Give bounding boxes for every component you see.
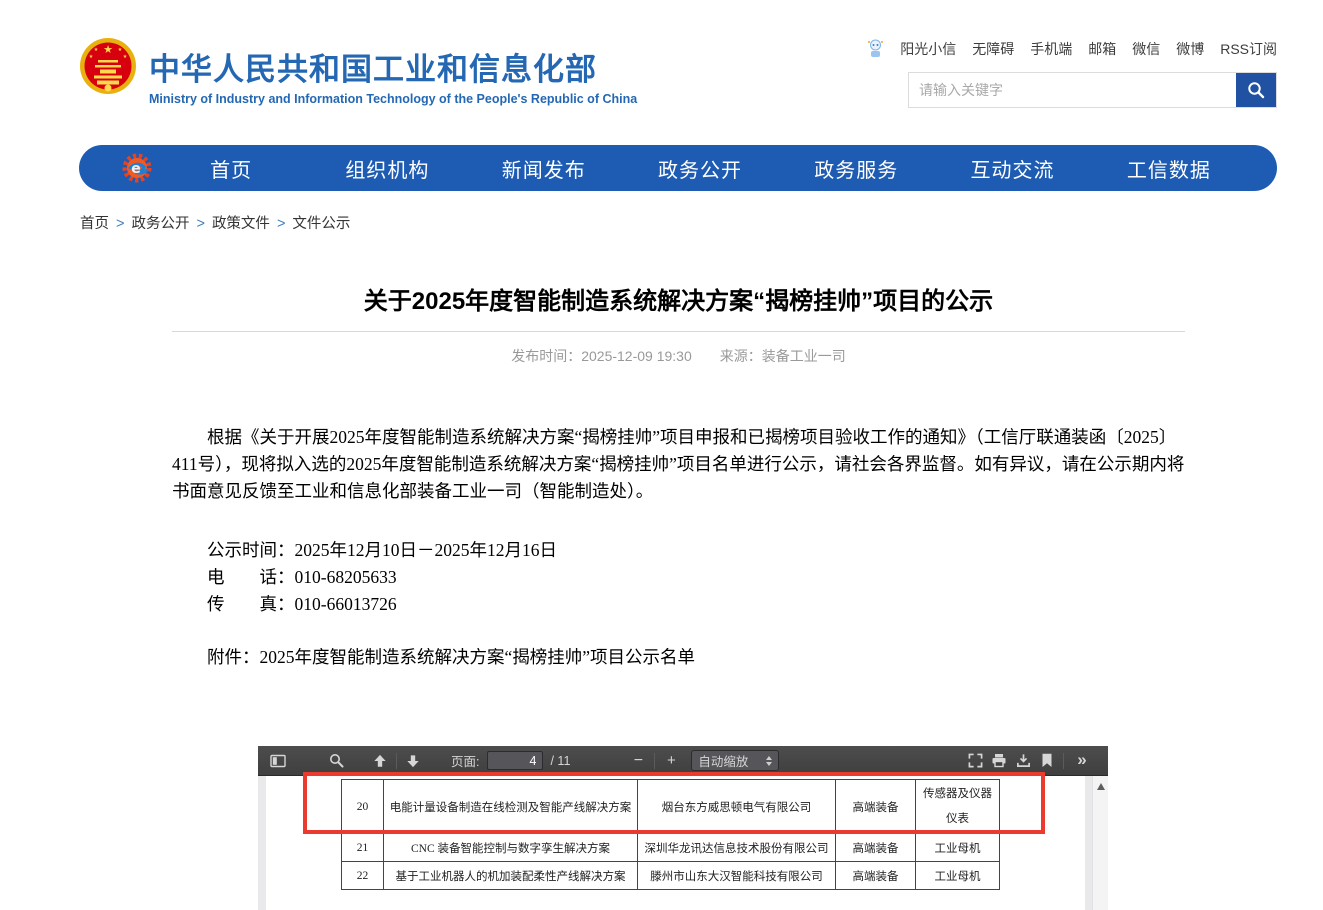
article-meta: 发布时间：2025-12-09 19:30 来源：装备工业一司 xyxy=(172,346,1185,366)
quick-link-wechat[interactable]: 微信 xyxy=(1132,39,1160,59)
page-down-icon xyxy=(406,754,420,768)
search-icon xyxy=(1247,81,1265,99)
page-total: / 11 xyxy=(550,754,570,768)
site-logo: 中华人民共和国工业和信息化部 Ministry of Industry and … xyxy=(149,44,637,106)
quick-link-mail[interactable]: 邮箱 xyxy=(1088,39,1116,59)
zoom-mode-value: 自动缩放 xyxy=(698,751,748,770)
nav-item-data[interactable]: 工信数据 xyxy=(1091,154,1247,183)
national-emblem-icon: ★ ★ ★ ★ ★ xyxy=(79,36,137,98)
publish-time-label: 发布时间： xyxy=(511,348,581,364)
sidebar-toggle-icon xyxy=(270,753,286,769)
cell-company: 滕州市山东大汉智能科技有限公司 xyxy=(638,862,836,890)
cell-solution-name: 基于工业机器人的机加装配柔性产线解决方案 xyxy=(384,862,638,890)
breadcrumb-separator: > xyxy=(196,216,204,232)
pdf-viewer: 页面: / 11 − + 自动缩放 xyxy=(258,746,1108,910)
page-number-input[interactable] xyxy=(487,751,543,770)
publicity-period-line: 公示时间：2025年12月10日－2025年12月16日 xyxy=(172,537,1185,564)
paragraph-main: 根据《关于开展2025年度智能制造系统解决方案“揭榜挂帅”项目申报和已揭榜项目验… xyxy=(172,424,1185,505)
page-down-button[interactable] xyxy=(401,749,425,773)
cell-category: 高端装备 xyxy=(836,834,916,862)
article-body: 根据《关于开展2025年度智能制造系统解决方案“揭榜挂帅”项目申报和已揭榜项目验… xyxy=(172,424,1185,671)
svg-text:★: ★ xyxy=(94,47,99,53)
fax-line: 传 真：010-66013726 xyxy=(172,591,1185,618)
table-row: 21 CNC 装备智能控制与数字孪生解决方案 深圳华龙讯达信息技术股份有限公司 … xyxy=(342,834,1000,862)
divider xyxy=(172,331,1185,332)
svg-text:e: e xyxy=(131,161,141,177)
toolbar-right-group: » xyxy=(963,748,1100,774)
search-input[interactable] xyxy=(909,73,1236,107)
highlight-box xyxy=(303,772,1045,834)
cell-company: 深圳华龙讯达信息技术股份有限公司 xyxy=(638,834,836,862)
pdf-scrollbar[interactable] xyxy=(1092,776,1108,910)
breadcrumb-home[interactable]: 首页 xyxy=(80,216,109,232)
quick-link-accessibility[interactable]: 无障碍 xyxy=(972,39,1014,59)
breadcrumb: 首页 > 政务公开 > 政策文件 > 文件公示 xyxy=(80,212,350,233)
page-up-icon xyxy=(373,754,387,768)
breadcrumb-separator: > xyxy=(116,216,124,232)
breadcrumb-current: 文件公示 xyxy=(292,216,350,232)
svg-text:★: ★ xyxy=(118,47,123,53)
breadcrumb-separator: > xyxy=(277,216,285,232)
publish-time: 2025-12-09 19:30 xyxy=(581,348,692,364)
search-bar xyxy=(908,72,1277,108)
page-label: 页面: xyxy=(451,751,479,770)
cell-category: 高端装备 xyxy=(836,862,916,890)
site-subtitle: Ministry of Industry and Information Tec… xyxy=(149,92,637,106)
cell-solution-name: CNC 装备智能控制与数字孪生解决方案 xyxy=(384,834,638,862)
download-icon xyxy=(1016,753,1031,768)
breadcrumb-policy-files[interactable]: 政策文件 xyxy=(212,216,270,232)
zoom-in-button[interactable]: + xyxy=(659,749,683,773)
nav-item-interaction[interactable]: 互动交流 xyxy=(934,154,1090,183)
quick-link-sunshine[interactable]: 阳光小信 xyxy=(900,39,956,59)
nav-item-gov-services[interactable]: 政务服务 xyxy=(778,154,934,183)
robot-mascot-icon xyxy=(867,39,884,59)
quick-link-mobile[interactable]: 手机端 xyxy=(1030,39,1072,59)
nav-item-organization[interactable]: 组织机构 xyxy=(309,154,465,183)
cell-field: 工业母机 xyxy=(916,862,1000,890)
cell-number: 22 xyxy=(342,862,384,890)
article-title: 关于2025年度智能制造系统解决方案“揭榜挂帅”项目的公示 xyxy=(172,281,1185,316)
quick-link-rss[interactable]: RSS订阅 xyxy=(1220,39,1277,59)
find-icon xyxy=(329,753,344,768)
breadcrumb-gov-affairs[interactable]: 政务公开 xyxy=(131,216,189,232)
divider xyxy=(1063,753,1064,769)
source: 装备工业一司 xyxy=(762,348,846,364)
attachment-line: 附件：2025年度智能制造系统解决方案“揭榜挂帅”项目公示名单 xyxy=(172,644,1185,671)
presentation-mode-button[interactable] xyxy=(963,749,987,773)
main-nav: e 首页 组织机构 新闻发布 政务公开 政务服务 互动交流 工信数据 xyxy=(79,145,1277,191)
gear-logo-icon[interactable]: e xyxy=(121,152,153,184)
source-label: 来源： xyxy=(720,348,762,364)
svg-text:★: ★ xyxy=(89,54,94,60)
cell-field: 工业母机 xyxy=(916,834,1000,862)
nav-item-gov-affairs[interactable]: 政务公开 xyxy=(622,154,778,183)
quick-links-bar: 阳光小信 无障碍 手机端 邮箱 微信 微博 RSS订阅 xyxy=(867,39,1277,59)
divider xyxy=(396,753,397,769)
bookmark-icon xyxy=(1041,753,1053,768)
bookmark-button[interactable] xyxy=(1035,749,1059,773)
print-icon xyxy=(991,753,1007,768)
page-container: ★ ★ ★ ★ ★ 中华人民共和国工业和信息化部 Ministry of Ind… xyxy=(79,0,1277,910)
nav-item-home[interactable]: 首页 xyxy=(153,154,309,183)
phone-line: 电 话：010-68205633 xyxy=(172,564,1185,591)
presentation-mode-icon xyxy=(968,753,983,768)
select-spinner-icon xyxy=(766,756,772,766)
scrollbar-up-icon[interactable] xyxy=(1097,783,1105,790)
table-row: 22 基于工业机器人的机加装配柔性产线解决方案 滕州市山东大汉智能科技有限公司 … xyxy=(342,862,1000,890)
sidebar-toggle-button[interactable] xyxy=(266,749,290,773)
search-button[interactable] xyxy=(1236,73,1276,107)
page-up-button[interactable] xyxy=(368,749,392,773)
quick-link-weibo[interactable]: 微博 xyxy=(1176,39,1204,59)
find-button[interactable] xyxy=(324,749,348,773)
zoom-out-button[interactable]: − xyxy=(626,749,650,773)
svg-text:★: ★ xyxy=(123,54,128,60)
print-button[interactable] xyxy=(987,749,1011,773)
svg-text:★: ★ xyxy=(103,43,113,56)
download-button[interactable] xyxy=(1011,749,1035,773)
cell-number: 21 xyxy=(342,834,384,862)
nav-item-news[interactable]: 新闻发布 xyxy=(466,154,622,183)
site-title: 中华人民共和国工业和信息化部 xyxy=(149,44,637,89)
zoom-mode-select[interactable]: 自动缩放 xyxy=(691,750,779,771)
divider xyxy=(654,753,655,769)
more-tools-button[interactable]: » xyxy=(1070,748,1094,772)
